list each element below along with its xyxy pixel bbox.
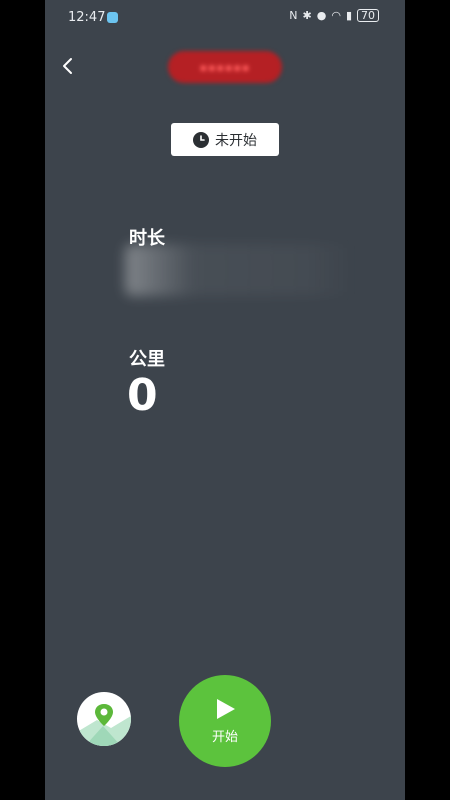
clock-icon bbox=[193, 131, 209, 148]
gps-signal-text: ▪▪▪▪▪▪ bbox=[199, 60, 251, 74]
bluetooth-icon: ✱ bbox=[302, 9, 312, 22]
battery-icon: 70 bbox=[357, 9, 379, 22]
nfc-icon: N bbox=[289, 9, 298, 22]
play-icon bbox=[217, 699, 235, 719]
map-button[interactable] bbox=[77, 692, 131, 746]
wifi-icon: ◠ bbox=[331, 9, 341, 22]
map-location-icon bbox=[77, 704, 131, 746]
location-icon: ● bbox=[316, 9, 327, 22]
distance-label: 公里 bbox=[129, 349, 165, 370]
right-letterbox bbox=[405, 0, 450, 800]
workout-screen: 12:47 N ✱ ● ◠ ▮ 70 ▪▪▪▪▪▪ 未开始 时长 公里 0 开始 bbox=[45, 0, 405, 800]
status-time: 12:47 bbox=[68, 10, 106, 25]
distance-value: 0 bbox=[127, 370, 158, 421]
gps-signal-badge: ▪▪▪▪▪▪ bbox=[168, 51, 282, 83]
status-icons: N ✱ ● ◠ ▮ 70 bbox=[289, 9, 379, 22]
app-notification-icon bbox=[107, 12, 118, 23]
chevron-left-icon bbox=[63, 58, 72, 74]
status-bar: 12:47 N ✱ ● ◠ ▮ 70 bbox=[45, 0, 405, 36]
battery-saver-icon: ▮ bbox=[345, 9, 352, 22]
workout-status-chip: 未开始 bbox=[171, 123, 279, 156]
workout-status-label: 未开始 bbox=[215, 132, 257, 149]
duration-value-blurred bbox=[125, 244, 355, 296]
start-button[interactable]: 开始 bbox=[179, 675, 271, 767]
left-letterbox bbox=[0, 0, 45, 800]
start-button-label: 开始 bbox=[211, 730, 238, 745]
back-button[interactable] bbox=[55, 53, 81, 79]
